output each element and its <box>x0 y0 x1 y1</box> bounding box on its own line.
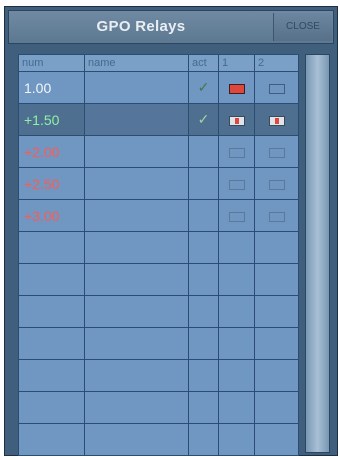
empty-cell[interactable] <box>218 327 255 360</box>
empty-cell[interactable] <box>218 423 255 456</box>
empty-cell[interactable] <box>84 295 189 328</box>
relay-table: num name act 1 2 1.00 ✓ +1.50 ✓ +2.00 +2.50 +3… <box>18 54 299 456</box>
empty-cell[interactable] <box>218 231 255 264</box>
cell-relay-1[interactable] <box>218 167 255 200</box>
header-num[interactable]: num <box>18 54 85 72</box>
empty-table-row[interactable] <box>18 327 299 360</box>
empty-cell[interactable] <box>188 231 219 264</box>
empty-cell[interactable] <box>18 423 85 456</box>
empty-cell[interactable] <box>188 263 219 296</box>
empty-cell[interactable] <box>218 295 255 328</box>
empty-cell[interactable] <box>254 327 299 360</box>
cell-relay-2[interactable] <box>254 103 299 136</box>
empty-cell[interactable] <box>84 359 189 392</box>
active-check-icon[interactable] <box>188 199 219 232</box>
empty-cell[interactable] <box>218 263 255 296</box>
cell-relay-1[interactable] <box>218 71 255 104</box>
empty-cell[interactable] <box>218 359 255 392</box>
table-header-row: num name act 1 2 <box>18 54 299 72</box>
empty-cell[interactable] <box>254 359 299 392</box>
table-row[interactable]: +2.50 <box>18 167 299 200</box>
cell-num[interactable]: +3.00 <box>18 199 85 232</box>
cell-name[interactable] <box>84 167 189 200</box>
cell-num[interactable]: +2.00 <box>18 135 85 168</box>
relay-2-toggle[interactable] <box>268 179 285 190</box>
close-button[interactable]: CLOSE <box>273 13 332 41</box>
table-row[interactable]: +2.00 <box>18 135 299 168</box>
empty-table-row[interactable] <box>18 391 299 424</box>
empty-cell[interactable] <box>254 295 299 328</box>
relay-1-toggle[interactable] <box>228 115 245 126</box>
relay-2-toggle[interactable] <box>268 115 285 126</box>
relay-1-toggle[interactable] <box>228 83 245 94</box>
empty-cell[interactable] <box>254 231 299 264</box>
empty-cell[interactable] <box>218 391 255 424</box>
empty-table-row[interactable] <box>18 295 299 328</box>
empty-table-row[interactable] <box>18 423 299 456</box>
header-act[interactable]: act <box>188 54 219 72</box>
empty-cell[interactable] <box>254 263 299 296</box>
relay-2-toggle[interactable] <box>268 147 285 158</box>
cell-num[interactable]: +2.50 <box>18 167 85 200</box>
empty-table-row[interactable] <box>18 231 299 264</box>
active-check-icon[interactable]: ✓ <box>188 103 219 136</box>
empty-cell[interactable] <box>84 327 189 360</box>
cell-name[interactable] <box>84 199 189 232</box>
empty-cell[interactable] <box>18 263 85 296</box>
vertical-scrollbar[interactable] <box>305 54 330 453</box>
table-row[interactable]: +3.00 <box>18 199 299 232</box>
cell-relay-2[interactable] <box>254 199 299 232</box>
empty-cell[interactable] <box>84 231 189 264</box>
empty-table-row[interactable] <box>18 263 299 296</box>
table-row[interactable]: +1.50 ✓ <box>18 103 299 136</box>
cell-relay-2[interactable] <box>254 167 299 200</box>
relay-1-toggle[interactable] <box>228 211 245 222</box>
empty-table-row[interactable] <box>18 359 299 392</box>
empty-cell[interactable] <box>254 391 299 424</box>
cell-relay-2[interactable] <box>254 135 299 168</box>
empty-cell[interactable] <box>18 231 85 264</box>
empty-cell[interactable] <box>188 295 219 328</box>
header-relay-2[interactable]: 2 <box>254 54 299 72</box>
empty-cell[interactable] <box>18 391 85 424</box>
active-check-icon[interactable]: ✓ <box>188 71 219 104</box>
cell-relay-1[interactable] <box>218 135 255 168</box>
cell-name[interactable] <box>84 71 189 104</box>
relay-1-toggle[interactable] <box>228 179 245 190</box>
relay-2-toggle[interactable] <box>268 83 285 94</box>
table-row[interactable]: 1.00 ✓ <box>18 71 299 104</box>
cell-relay-2[interactable] <box>254 71 299 104</box>
empty-cell[interactable] <box>18 327 85 360</box>
cell-num[interactable]: 1.00 <box>18 71 85 104</box>
empty-cell[interactable] <box>188 423 219 456</box>
empty-cell[interactable] <box>18 295 85 328</box>
gpo-relays-window: GPO Relays CLOSE num name act 1 2 1.00 ✓ +… <box>4 6 338 456</box>
active-check-icon[interactable] <box>188 167 219 200</box>
cell-relay-1[interactable] <box>218 199 255 232</box>
empty-cell[interactable] <box>18 359 85 392</box>
empty-cell[interactable] <box>188 327 219 360</box>
relay-2-toggle[interactable] <box>268 211 285 222</box>
empty-cell[interactable] <box>188 391 219 424</box>
empty-cell[interactable] <box>84 391 189 424</box>
title-bar: GPO Relays CLOSE <box>8 10 334 44</box>
cell-relay-1[interactable] <box>218 103 255 136</box>
relay-1-toggle[interactable] <box>228 147 245 158</box>
active-check-icon[interactable] <box>188 135 219 168</box>
cell-num[interactable]: +1.50 <box>18 103 85 136</box>
header-name[interactable]: name <box>84 54 189 72</box>
empty-cell[interactable] <box>188 359 219 392</box>
empty-cell[interactable] <box>254 423 299 456</box>
empty-cell[interactable] <box>84 263 189 296</box>
header-relay-1[interactable]: 1 <box>218 54 255 72</box>
window-title: GPO Relays <box>96 18 186 35</box>
cell-name[interactable] <box>84 103 189 136</box>
empty-cell[interactable] <box>84 423 189 456</box>
cell-name[interactable] <box>84 135 189 168</box>
